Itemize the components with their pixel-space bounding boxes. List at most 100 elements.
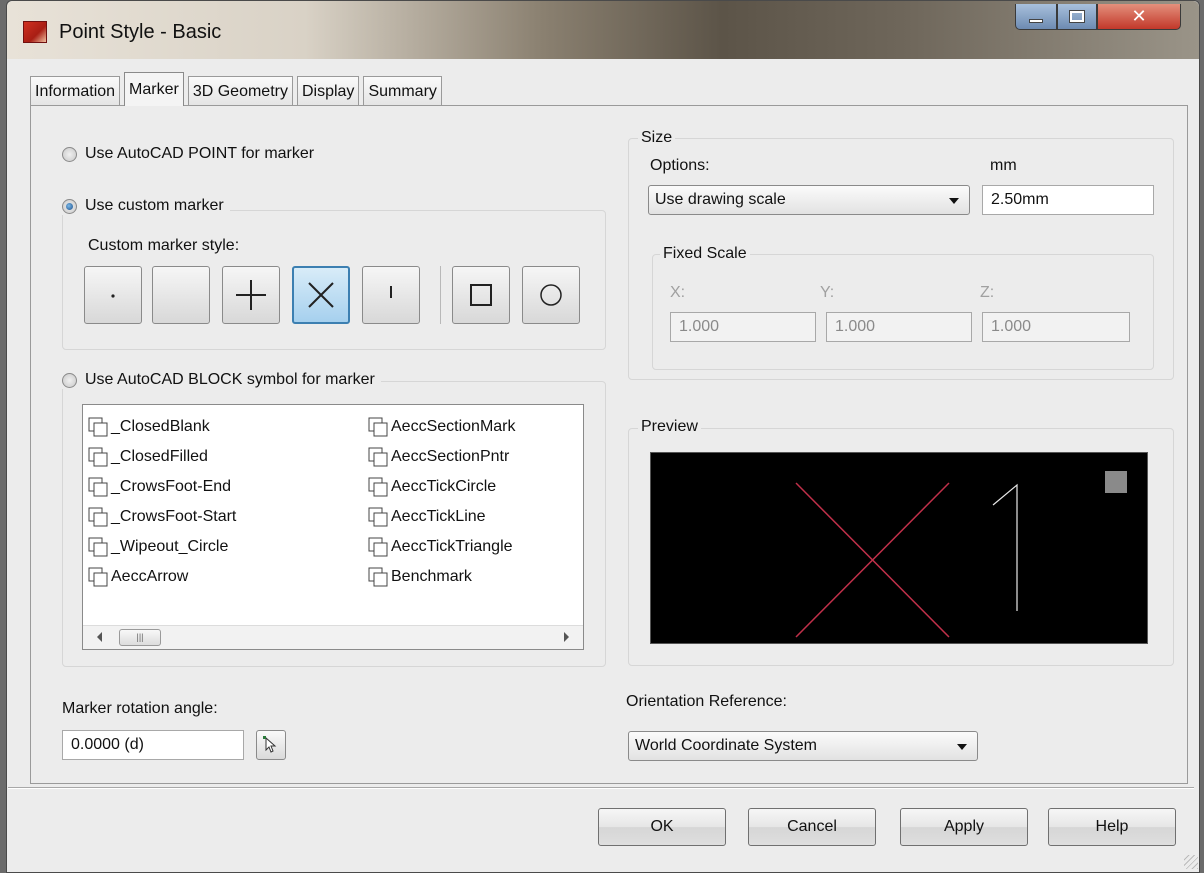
marker-preview — [650, 452, 1148, 644]
horizontal-scrollbar[interactable]: ||| — [83, 625, 583, 649]
tab-information[interactable]: Information — [30, 76, 121, 106]
block-symbol-list[interactable]: _ClosedBlank _ClosedFilled _CrowsFoot-En… — [82, 404, 584, 650]
apply-button[interactable]: Apply — [900, 808, 1028, 846]
block-name: _Wipeout_Circle — [111, 538, 229, 555]
y-scale-label: Y: — [820, 284, 835, 301]
x-scale-input[interactable]: 1.000 — [670, 312, 816, 342]
dot-marker-icon — [111, 294, 115, 298]
scroll-right-icon[interactable] — [564, 632, 569, 642]
list-item[interactable]: AeccTickCircle — [367, 473, 496, 501]
list-item[interactable]: AeccArrow — [87, 563, 188, 591]
list-item[interactable]: _ClosedBlank — [87, 413, 210, 441]
use-autocad-point-label: Use AutoCAD POINT for marker — [85, 145, 315, 162]
size-options-dropdown[interactable]: Use drawing scale — [648, 185, 970, 215]
block-icon — [368, 477, 388, 497]
radio-block[interactable] — [62, 372, 77, 388]
pick-angle-button[interactable] — [256, 730, 286, 760]
block-icon — [368, 507, 388, 527]
block-name: _ClosedBlank — [111, 418, 210, 435]
radio-point[interactable] — [62, 146, 77, 162]
block-icon — [368, 447, 388, 467]
use-custom-marker-option[interactable]: Use custom marker — [62, 197, 230, 215]
scroll-left-icon[interactable] — [97, 632, 102, 642]
marker-divider — [440, 266, 441, 324]
help-button[interactable]: Help — [1048, 808, 1176, 846]
close-button[interactable]: ✕ — [1097, 4, 1181, 30]
civil3d-app-icon — [23, 21, 47, 43]
block-name: AeccSectionPntr — [391, 448, 510, 465]
list-item[interactable]: _CrowsFoot-End — [87, 473, 231, 501]
block-icon — [88, 537, 108, 557]
plus-marker-button[interactable] — [222, 266, 280, 324]
ok-button[interactable]: OK — [598, 808, 726, 846]
minimize-icon — [1029, 18, 1043, 23]
dot-marker-button[interactable] — [84, 266, 142, 324]
list-item[interactable]: _CrowsFoot-Start — [87, 503, 236, 531]
use-autocad-block-label: Use AutoCAD BLOCK symbol for marker — [85, 371, 375, 388]
plus-marker-icon — [236, 280, 266, 310]
block-icon — [88, 567, 108, 587]
x-marker-icon — [308, 282, 334, 308]
chevron-down-icon — [949, 198, 959, 204]
block-name: AeccTickLine — [391, 508, 486, 525]
radio-custom[interactable] — [62, 198, 77, 214]
size-options-value: Use drawing scale — [655, 191, 786, 208]
block-name: Benchmark — [391, 568, 472, 585]
orientation-reference-value: World Coordinate System — [635, 737, 817, 754]
orientation-reference-label: Orientation Reference: — [626, 693, 787, 710]
square-marker-button[interactable] — [452, 266, 510, 324]
block-icon — [368, 567, 388, 587]
x-marker-button[interactable] — [292, 266, 350, 324]
z-scale-input[interactable]: 1.000 — [982, 312, 1130, 342]
cancel-button[interactable]: Cancel — [748, 808, 876, 846]
tick-marker-button[interactable] — [362, 266, 420, 324]
tab-3d-geometry[interactable]: 3D Geometry — [187, 76, 293, 106]
block-icon — [88, 417, 108, 437]
tab-marker[interactable]: Marker — [124, 72, 184, 106]
z-scale-label: Z: — [980, 284, 995, 301]
chevron-down-icon — [957, 744, 967, 750]
block-icon — [88, 447, 108, 467]
marker-size-input[interactable]: 2.50mm — [982, 185, 1154, 215]
orientation-reference-dropdown[interactable]: World Coordinate System — [628, 731, 978, 761]
tick-marker-icon — [390, 286, 392, 298]
y-scale-input[interactable]: 1.000 — [826, 312, 972, 342]
use-autocad-point-option[interactable]: Use AutoCAD POINT for marker — [62, 145, 321, 163]
block-name: AeccSectionMark — [391, 418, 516, 435]
list-item[interactable]: AeccTickTriangle — [367, 533, 513, 561]
custom-marker-style-label: Custom marker style: — [88, 237, 240, 254]
block-name: AeccTickTriangle — [391, 538, 513, 555]
scroll-thumb[interactable]: ||| — [119, 629, 161, 646]
footer-divider — [8, 787, 1194, 789]
window-title: Point Style - Basic — [59, 21, 222, 43]
rotation-angle-label: Marker rotation angle: — [62, 700, 218, 717]
size-legend: Size — [638, 129, 676, 147]
tab-display[interactable]: Display — [296, 76, 360, 106]
rotation-angle-input[interactable]: 0.0000 (d) — [62, 730, 244, 760]
block-icon — [368, 537, 388, 557]
maximize-button[interactable] — [1057, 4, 1097, 30]
list-item[interactable]: Benchmark — [367, 563, 472, 591]
close-icon: ✕ — [1131, 6, 1147, 26]
preview-label-glyph — [992, 483, 1018, 611]
circle-marker-button[interactable] — [522, 266, 580, 324]
resize-grip-icon[interactable] — [1184, 855, 1198, 869]
none-marker-button[interactable] — [152, 266, 210, 324]
circle-marker-icon — [540, 284, 562, 306]
minimize-button[interactable] — [1015, 4, 1057, 30]
block-name: _CrowsFoot-End — [111, 478, 232, 495]
block-icon — [88, 507, 108, 527]
units-label: mm — [990, 157, 1017, 174]
preview-legend: Preview — [638, 418, 701, 436]
list-item[interactable]: AeccSectionPntr — [367, 443, 509, 471]
use-custom-marker-label: Use custom marker — [85, 197, 224, 214]
list-item[interactable]: AeccSectionMark — [367, 413, 516, 441]
list-item[interactable]: _ClosedFilled — [87, 443, 208, 471]
x-scale-label: X: — [670, 284, 686, 301]
list-item[interactable]: AeccTickLine — [367, 503, 486, 531]
tab-summary[interactable]: Summary — [363, 76, 442, 106]
use-autocad-block-option[interactable]: Use AutoCAD BLOCK symbol for marker — [62, 371, 381, 389]
list-item[interactable]: _Wipeout_Circle — [87, 533, 228, 561]
maximize-icon — [1069, 10, 1085, 23]
square-marker-icon — [470, 284, 492, 306]
